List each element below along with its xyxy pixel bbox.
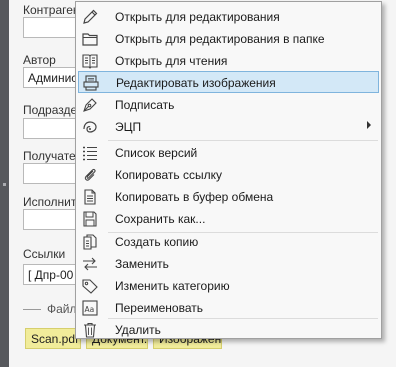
folder-icon xyxy=(81,30,99,48)
menu-item-create-copy[interactable]: Создать копию xyxy=(78,231,379,253)
menu-item-label: Сохранить как... xyxy=(115,212,206,226)
menu-separator xyxy=(108,140,378,141)
menu-item-label: Заменить xyxy=(115,257,169,271)
file-chip-scan[interactable]: Scan.pdf xyxy=(25,328,81,349)
links-label: Ссылки xyxy=(23,247,66,261)
menu-item-rename[interactable]: Aa Переименовать xyxy=(78,297,379,319)
menu-item-open-edit-folder[interactable]: Открыть для редактирования в папке xyxy=(78,28,379,50)
paperclip-icon xyxy=(81,166,99,184)
menu-item-label: Открыть для чтения xyxy=(115,54,228,68)
image-edit-icon xyxy=(82,74,100,92)
menu-item-save-as[interactable]: Сохранить как... xyxy=(78,208,379,230)
window-edge-strip xyxy=(0,0,9,367)
menu-item-delete[interactable]: Удалить xyxy=(78,319,379,341)
menu-item-label: Создать копию xyxy=(115,235,199,249)
save-icon xyxy=(81,210,99,228)
menu-item-label: Открыть для редактирования xyxy=(115,10,280,24)
menu-item-label: Копировать ссылку xyxy=(115,168,222,182)
menu-item-digital-signature[interactable]: ЭЦП xyxy=(78,116,379,138)
tag-icon xyxy=(81,277,99,295)
menu-item-open-edit[interactable]: Открыть для редактирования xyxy=(78,6,379,28)
menu-item-label: Список версий xyxy=(115,146,198,160)
version-list-icon xyxy=(81,144,99,162)
menu-item-label: Редактировать изображения xyxy=(116,76,276,90)
menu-item-label: Удалить xyxy=(115,323,161,337)
submenu-arrow-icon xyxy=(367,121,371,129)
menu-item-version-list[interactable]: Список версий xyxy=(78,142,379,164)
copy-document-icon xyxy=(81,233,99,251)
menu-item-change-category[interactable]: Изменить категорию xyxy=(78,275,379,297)
file-context-menu: Открыть для редактирования Открыть для р… xyxy=(75,1,382,339)
strip-mark xyxy=(3,183,6,186)
menu-item-label: Переименовать xyxy=(115,301,203,315)
menu-item-copy-clipboard[interactable]: Копировать в буфер обмена xyxy=(78,186,379,208)
open-book-icon xyxy=(81,52,99,70)
pen-nib-icon xyxy=(81,96,99,114)
recipient-label: Получатель xyxy=(23,149,75,163)
menu-item-copy-link[interactable]: Копировать ссылку xyxy=(78,164,379,186)
menu-item-sign[interactable]: Подписать xyxy=(78,94,379,116)
executor-label: Исполнитель xyxy=(23,195,75,209)
menu-item-edit-images[interactable]: Редактировать изображения xyxy=(78,71,379,93)
rename-icon: Aa xyxy=(81,299,99,317)
svg-text:Aa: Aa xyxy=(85,305,95,314)
department-label: Подразделение xyxy=(23,103,75,117)
trash-icon xyxy=(81,321,99,339)
files-divider xyxy=(23,309,41,310)
replace-arrows-icon xyxy=(81,255,99,273)
menu-item-open-read[interactable]: Открыть для чтения xyxy=(78,50,379,72)
contractor-label: Контрагент xyxy=(23,3,75,17)
menu-item-label: Подписать xyxy=(115,98,175,112)
menu-item-label: ЭЦП xyxy=(115,120,142,134)
menu-item-replace[interactable]: Заменить xyxy=(78,253,379,275)
menu-item-label: Открыть для редактирования в папке xyxy=(115,32,325,46)
document-icon xyxy=(81,188,99,206)
menu-item-label: Копировать в буфер обмена xyxy=(115,190,274,204)
signature-seal-icon xyxy=(81,118,99,136)
author-label: Автор xyxy=(23,53,56,67)
pencil-icon xyxy=(81,8,99,26)
menu-item-label: Изменить категорию xyxy=(115,279,230,293)
